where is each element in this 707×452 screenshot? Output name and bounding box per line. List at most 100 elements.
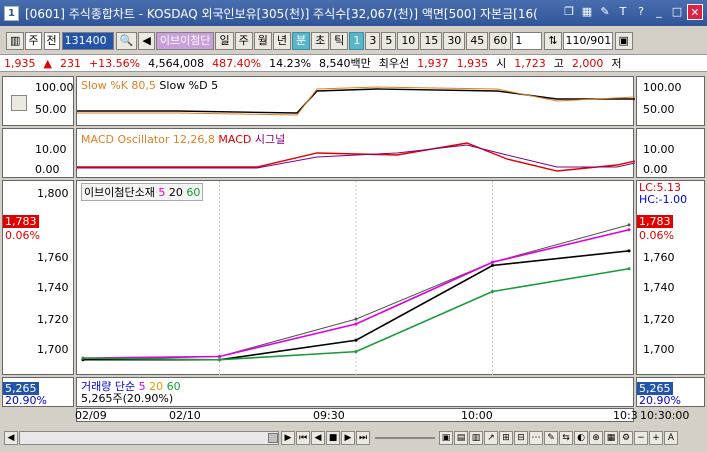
high-label: 고 [553,57,564,70]
tool4-icon[interactable]: ↗ [484,431,498,445]
minus-icon[interactable]: − [634,431,648,445]
scrollbar[interactable] [19,431,279,445]
maximize-icon[interactable]: □ [669,4,685,20]
series-point [81,356,85,360]
price-panel[interactable]: 이브이첨단소재 5 20 60 [76,180,634,376]
plus-icon[interactable]: + [649,431,663,445]
minute-tab[interactable]: 15 [420,32,443,50]
stoch-panel[interactable]: Slow %K 80,5 Slow %D 5 [76,76,635,126]
tick: 0.00 [35,163,60,176]
minute-tab[interactable]: 45 [466,32,489,50]
volume-left-axis: 5,265 20.90% [2,377,74,407]
layout-icon[interactable]: ▣ [614,32,633,50]
tool12-icon[interactable]: ▦ [604,431,618,445]
grid-toggle-icon[interactable]: ▥ [6,32,25,50]
tool3-icon[interactable]: ▥ [469,431,483,445]
interval-tab[interactable]: 년 [272,32,291,50]
minute-tab[interactable]: 1 [349,32,365,50]
up-arrow-icon: ▲ [43,56,52,70]
tool9-icon[interactable]: ⇆ [559,431,573,445]
grid-icon[interactable]: ▦ [579,4,595,20]
count-select[interactable]: 1 [512,32,543,50]
time-tick: 10:00 [461,409,493,422]
macd-right-axis: 10.00 0.00 [636,128,705,178]
tick: 1,720 [643,313,675,326]
tick: 1,740 [643,281,675,294]
stoch-left-axis: 100.00 50.00 [2,76,74,126]
tool10-icon[interactable]: ◐ [574,431,588,445]
interval-tab[interactable]: 일 [215,32,234,50]
pin-icon[interactable]: ✎ [597,4,613,20]
last-icon[interactable]: ⏭ [356,431,370,445]
tool7-icon[interactable]: ⋯ [529,431,543,445]
settings-icon[interactable] [11,95,27,111]
tip-icon[interactable]: T [615,4,631,20]
zoom-slider[interactable] [375,437,435,439]
tool13-icon[interactable]: ⚙ [619,431,633,445]
first-icon[interactable]: ⏮ [296,431,310,445]
font-icon[interactable]: A [664,431,678,445]
tool5-icon[interactable]: ⊞ [499,431,513,445]
sort-icon[interactable]: ⇅ [544,32,562,50]
help-icon[interactable]: ? [633,4,649,20]
minute-tab[interactable]: 5 [381,32,397,50]
close-icon[interactable]: ✕ [687,4,703,20]
macd-panel[interactable]: MACD Oscillator 12,26,8 MACD 시그널 [76,128,635,178]
minute-tab[interactable]: 10 [397,32,420,50]
type-select[interactable]: 주 [25,32,42,50]
interval-tab[interactable]: 주 [234,32,253,50]
series-point [218,355,221,358]
tick: 50.00 [35,103,67,116]
period-select[interactable]: 전 [43,32,60,50]
tool11-icon[interactable]: ⊕ [589,431,603,445]
series-point [218,358,221,362]
tool2-icon[interactable]: ▤ [454,431,468,445]
macd-line [77,142,635,172]
tick: 1,720 [37,313,69,326]
high: 2,000 [571,56,604,70]
volume-ratio: 487.40% [212,56,262,70]
stop-icon[interactable]: ■ [326,431,340,445]
tool1-icon[interactable]: ▣ [439,431,453,445]
next-icon[interactable]: ▶ [341,431,355,445]
tool6-icon[interactable]: ⊟ [514,431,528,445]
interval-tab[interactable]: 월 [253,32,272,50]
minimize-icon[interactable]: _ [651,4,667,20]
interval-tab[interactable]: 틱 [330,32,349,50]
low-label: 저 [611,57,622,70]
minute-tab[interactable]: 30 [443,32,466,50]
interval-tab[interactable]: 초 [311,32,330,50]
time-tick: 02/09 [75,409,107,422]
interval-tabs: 일 주 월 년 분 초 틱 1 3 5 10 15 30 45 60 [215,32,512,50]
series-point [627,228,631,232]
tool8-icon[interactable]: ✎ [544,431,558,445]
vol-pct: 20.90% [5,394,47,407]
page-input[interactable]: 110/901 [562,32,613,50]
time-tick: 02/10 [169,409,201,422]
interval-tab[interactable]: 분 [291,32,311,50]
volume-panel[interactable]: 거래량 단순 5 20 60 5,265주(20.90%) [76,377,634,407]
scroll-thumb[interactable] [268,433,278,443]
series-point [491,290,494,293]
change-pct: +13.56% [88,56,141,70]
change: 231 [59,56,81,70]
sound-icon[interactable]: ◀ [138,32,155,50]
restore-icon[interactable]: ❐ [561,4,577,20]
series-point [354,350,358,354]
code-input[interactable]: 131400 [61,32,114,50]
price-left-axis: 1,800 1,783 0.06% 1,760 1,740 1,720 1,70… [2,180,74,375]
minute-tab[interactable]: 60 [489,32,512,50]
tick: 1,700 [643,343,675,356]
tick: 50.00 [643,103,675,116]
minute-tab[interactable]: 3 [365,32,381,50]
search-icon[interactable]: 🔍 [115,32,138,50]
tick: 10.00 [643,143,675,156]
series-point [354,322,358,326]
scroll-left-icon[interactable]: ◀ [4,431,18,445]
open: 1,723 [514,56,546,70]
scroll-right-icon[interactable]: ▶ [281,431,295,445]
best-ask: 1,937 [417,56,449,70]
prev-icon[interactable]: ◀ [311,431,325,445]
time-axis: 02/09 02/10 09:30 10:00 10:3 [75,408,638,422]
turnover: 14.23% [269,56,312,70]
